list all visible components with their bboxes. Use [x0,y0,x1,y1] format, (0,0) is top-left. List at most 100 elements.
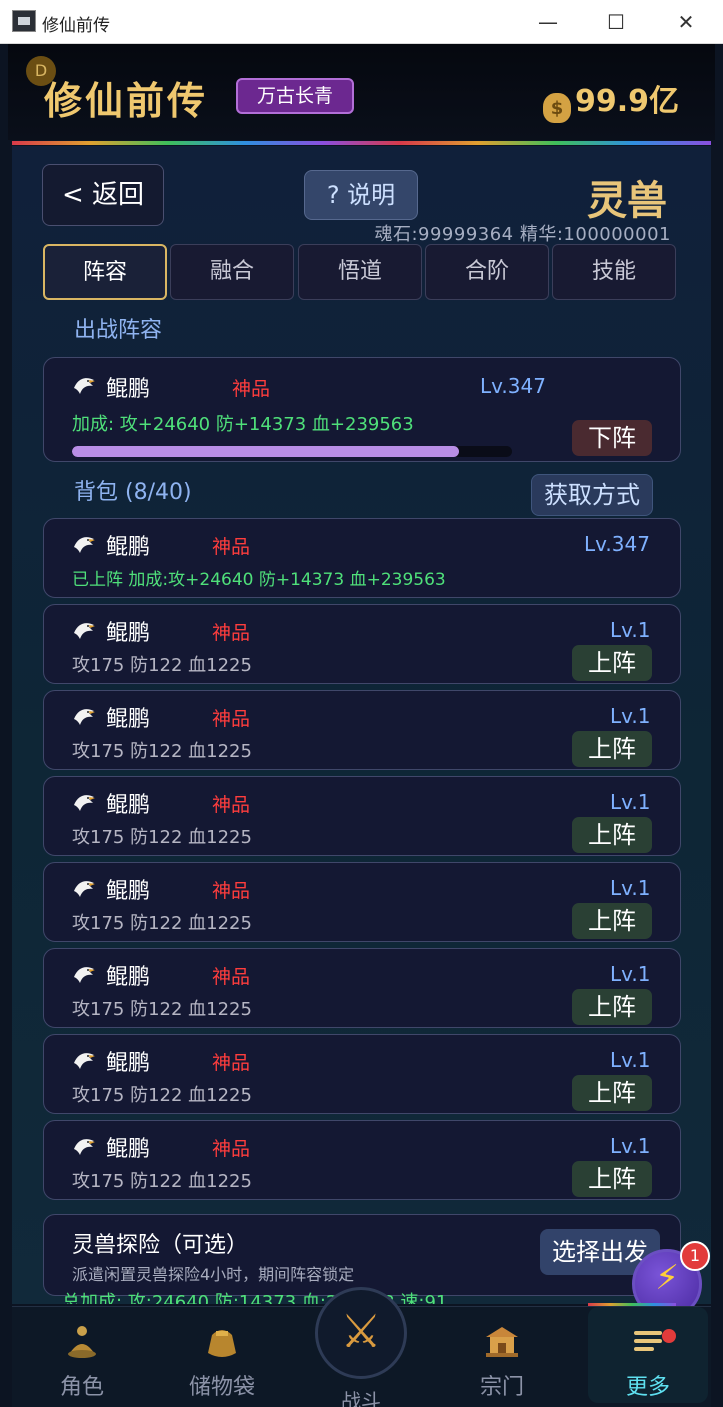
deploy-button[interactable]: 上阵 [572,1075,652,1111]
pet-quality: 神品 [212,966,251,988]
menu-icon [628,1321,668,1361]
app-icon [12,10,36,32]
tab-advance[interactable]: 合阶 [425,244,549,300]
pet-quality: 神品 [212,1138,251,1160]
crossed-swords-icon: ⚔ [340,1304,382,1358]
pet-stats: 攻175 防122 血1225 [72,827,252,848]
battle-team-label: 出战阵容 [74,318,163,343]
title-badge[interactable]: 万古长青 [236,78,354,114]
pet-level: Lv.347 [584,532,650,556]
pet-quality: 神品 [212,536,251,558]
nav-battle[interactable]: ⚔ [315,1287,407,1379]
pet-stats: 已上阵 加成:攻+24640 防+14373 血+239563 [72,570,446,590]
eagle-icon [74,881,95,897]
eagle-icon [74,378,95,394]
list-item[interactable]: 鲲鹏 神品 Lv.1 攻175 防122 血1225 上阵 [43,948,681,1028]
pet-name: 鲲鹏 [106,1051,151,1076]
pet-name: 鲲鹏 [106,535,151,560]
help-button[interactable]: ? 说明 [304,170,418,220]
tab-lineup[interactable]: 阵容 [43,244,167,300]
xp-bar-fill [72,446,460,457]
notification-badge: 1 [680,1241,710,1271]
gold-amount: 99.9亿 [574,84,679,119]
pet-stats: 攻175 防122 血1225 [72,655,252,676]
pet-stats: 攻175 防122 血1225 [72,1085,252,1106]
meditating-figure-icon [62,1321,102,1361]
nav-label: 储物袋 [188,1375,255,1400]
minimize-button[interactable]: — [528,6,568,38]
spirit-beast-panel: < 返回 ? 说明 灵兽 魂石:99999364 精华:100000001 阵容… [12,146,711,1304]
header-divider [12,141,711,145]
deploy-button[interactable]: 上阵 [572,645,652,681]
nav-more-dot [662,1329,676,1343]
list-item[interactable]: 鲲鹏 神品 Lv.1 攻175 防122 血1225 上阵 [43,604,681,684]
list-item[interactable]: 鲲鹏 神品 Lv.1 攻175 防122 血1225 上阵 [43,1120,681,1200]
pet-stats: 攻175 防122 血1225 [72,999,252,1020]
pet-name: 鲲鹏 [106,707,151,732]
resource-counts: 魂石:99999364 精华:100000001 [374,224,671,245]
retire-button[interactable]: 下阵 [572,420,652,456]
back-button[interactable]: < 返回 [42,164,164,226]
tab-fusion[interactable]: 融合 [170,244,294,300]
eagle-icon [74,967,95,983]
money-bag-icon: $ [542,93,571,123]
tab-skills[interactable]: 技能 [552,244,676,300]
eagle-icon [74,795,95,811]
deploy-button[interactable]: 上阵 [572,817,652,853]
pet-level: Lv.1 [610,790,651,814]
pet-quality: 神品 [212,1052,251,1074]
temple-icon [482,1321,522,1361]
nav-label: 战斗 [341,1389,381,1407]
list-item[interactable]: 鲲鹏 神品 Lv.1 攻175 防122 血1225 上阵 [43,1034,681,1114]
eagle-icon [74,1139,95,1155]
pet-name: 鲲鹏 [106,621,151,646]
storage-bag-icon [202,1321,242,1361]
list-item[interactable]: 鲲鹏 神品 Lv.347 已上阵 加成:攻+24640 防+14373 血+23… [43,518,681,598]
deploy-button[interactable]: 上阵 [572,731,652,767]
pet-quality: 神品 [212,622,251,644]
nav-character[interactable]: 角色 [22,1307,142,1403]
deploy-button[interactable]: 上阵 [572,989,652,1025]
pet-quality: 神品 [232,378,271,400]
pet-level: Lv.1 [610,1048,651,1072]
obtain-button[interactable]: 获取方式 [531,474,653,516]
deploy-button[interactable]: 上阵 [572,903,652,939]
pet-name: 鲲鹏 [106,377,151,402]
pet-level: Lv.1 [610,962,651,986]
window-titlebar: 修仙前传 — ☐ ✕ [0,0,723,44]
explore-card: 灵兽探险（可选） 派遣闲置灵兽探险4小时，期间阵容锁定 选择出发 [43,1214,681,1296]
list-item[interactable]: 鲲鹏 神品 Lv.1 攻175 防122 血1225 上阵 [43,862,681,942]
pet-bonus: 加成: 攻+24640 防+14373 血+239563 [72,414,414,435]
backpack-label: 背包 (8/40) [74,480,192,505]
bottom-nav: 角色 储物袋 ⚔ 战斗 宗门 更多 [12,1287,711,1407]
nav-sect[interactable]: 宗门 [442,1307,562,1403]
pet-name: 鲲鹏 [106,965,151,990]
game-title: 修仙前传 [44,79,209,123]
close-button[interactable]: ✕ [666,6,706,38]
pet-name: 鲲鹏 [106,879,151,904]
nav-storage-bag[interactable]: 储物袋 [162,1307,282,1403]
game-app: D 修仙前传 万古长青 $99.9亿 < 返回 ? 说明 灵兽 魂石:99999… [0,44,723,1407]
deploy-button[interactable]: 上阵 [572,1161,652,1197]
pet-level: Lv.1 [610,618,651,642]
top-header: D 修仙前传 万古长青 $99.9亿 [8,44,715,140]
active-pet-card: 鲲鹏 神品 Lv.347 加成: 攻+24640 防+14373 血+23956… [43,357,681,462]
xp-bar [72,446,512,457]
eagle-icon [74,623,95,639]
list-item[interactable]: 鲲鹏 神品 Lv.1 攻175 防122 血1225 上阵 [43,776,681,856]
eagle-icon [74,1053,95,1069]
nav-more[interactable]: 更多 [588,1307,708,1403]
window-title: 修仙前传 [42,16,110,36]
nav-label: 宗门 [479,1375,524,1400]
pet-stats: 攻175 防122 血1225 [72,1171,252,1192]
pet-stats: 攻175 防122 血1225 [72,913,252,934]
eagle-icon [74,537,95,553]
list-item[interactable]: 鲲鹏 神品 Lv.1 攻175 防122 血1225 上阵 [43,690,681,770]
nav-label: 更多 [625,1375,670,1400]
tab-enlightenment[interactable]: 悟道 [298,244,422,300]
maximize-button[interactable]: ☐ [596,6,636,38]
explore-description: 派遣闲置灵兽探险4小时，期间阵容锁定 [72,1265,355,1284]
pet-name: 鲲鹏 [106,1137,151,1162]
pet-level: Lv.347 [480,374,546,398]
pet-quality: 神品 [212,880,251,902]
